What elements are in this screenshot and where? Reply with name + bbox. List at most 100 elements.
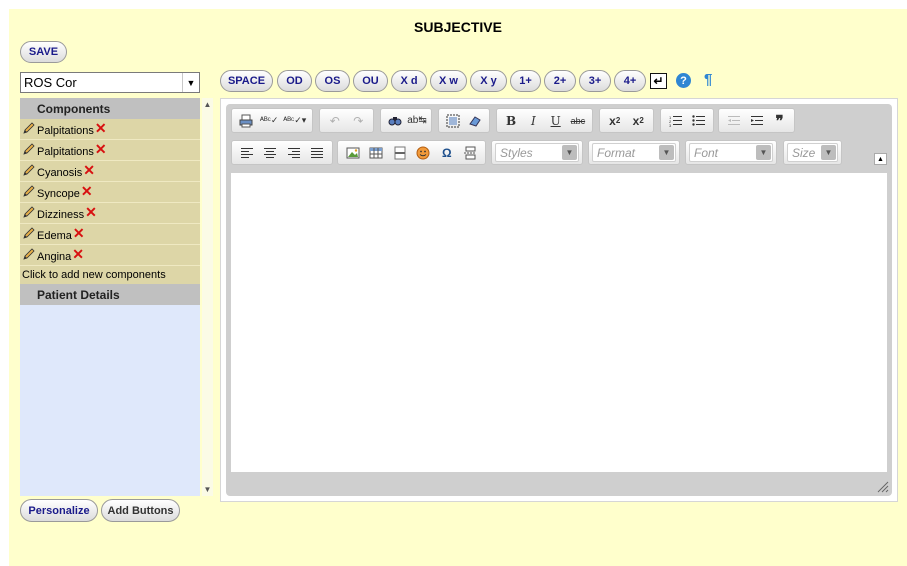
bulleted-list-icon[interactable] [687, 110, 710, 131]
quick-button-1plus[interactable]: 1+ [510, 70, 541, 92]
quick-button-4plus[interactable]: 4+ [614, 70, 646, 92]
align-left-icon[interactable] [235, 142, 259, 163]
pencil-icon[interactable] [22, 247, 36, 261]
numbered-list-icon[interactable]: 123 [664, 110, 687, 131]
component-label[interactable]: Angina [37, 251, 71, 263]
horizontal-rule-icon[interactable] [388, 142, 412, 163]
format-combo[interactable]: Format ▼ [588, 140, 680, 165]
section-select-value: ROS Cor [24, 75, 77, 90]
undo-icon[interactable]: ↶ [323, 110, 347, 131]
component-label[interactable]: Syncope [37, 188, 80, 200]
chevron-down-icon[interactable]: ▼ [756, 145, 771, 160]
component-item[interactable]: Edema ✕ [20, 224, 200, 245]
quick-button-2plus[interactable]: 2+ [544, 70, 576, 92]
quick-button-os[interactable]: OS [315, 70, 350, 92]
decrease-indent-icon[interactable] [722, 110, 745, 131]
chevron-down-icon[interactable]: ▼ [659, 145, 674, 160]
pencil-icon[interactable] [22, 142, 36, 156]
quick-button-xd[interactable]: X d [391, 70, 427, 92]
scroll-down-icon[interactable]: ▼ [202, 485, 213, 494]
align-center-icon[interactable] [259, 142, 283, 163]
add-buttons-button[interactable]: Add Buttons [101, 499, 180, 522]
save-button[interactable]: SAVE [20, 41, 67, 63]
resize-grip-icon[interactable] [877, 481, 889, 493]
toolbar-group-find: ab↹ [380, 108, 432, 133]
size-combo[interactable]: Size ▼ [783, 140, 842, 165]
components-header[interactable]: Components [20, 98, 200, 119]
align-right-icon[interactable] [282, 142, 306, 163]
component-item[interactable]: Angina ✕ [20, 245, 200, 266]
font-combo[interactable]: Font ▼ [685, 140, 777, 165]
spellcheck-as-you-type-icon[interactable]: ᴬᴮᶜ✓▾ [281, 110, 309, 131]
chevron-down-icon[interactable]: ▼ [562, 145, 577, 160]
component-item[interactable]: Palpitations ✕ [20, 119, 200, 140]
special-char-icon[interactable]: Ω [435, 142, 459, 163]
remove-format-icon[interactable] [464, 110, 486, 131]
collapse-toolbar-icon[interactable]: ▲ [874, 153, 887, 165]
find-icon[interactable] [384, 110, 406, 131]
scroll-up-icon[interactable]: ▲ [202, 100, 213, 109]
toolbar-group-lists: 123 [660, 108, 714, 133]
strikethrough-icon[interactable]: abc [567, 110, 589, 131]
superscript-icon[interactable]: x2 [627, 110, 651, 131]
component-item[interactable]: Palpitations ✕ [20, 140, 200, 161]
personalize-button[interactable]: Personalize [20, 499, 98, 522]
component-label[interactable]: Palpitations [37, 125, 94, 137]
delete-icon[interactable]: ✕ [83, 163, 95, 177]
pencil-icon[interactable] [22, 121, 36, 135]
select-all-icon[interactable] [442, 110, 464, 131]
increase-indent-icon[interactable] [745, 110, 768, 131]
bold-icon[interactable]: B [500, 110, 522, 131]
image-icon[interactable] [341, 142, 365, 163]
quick-button-ou[interactable]: OU [353, 70, 388, 92]
table-icon[interactable] [365, 142, 389, 163]
component-item[interactable]: Cyanosis ✕ [20, 161, 200, 182]
italic-icon[interactable]: I [522, 110, 544, 131]
section-select[interactable]: ROS Cor ▼ [20, 72, 200, 93]
redo-icon[interactable]: ↷ [347, 110, 371, 131]
component-item[interactable]: Dizziness ✕ [20, 203, 200, 224]
component-label[interactable]: Edema [37, 230, 72, 242]
chevron-down-icon[interactable]: ▼ [821, 145, 836, 160]
blockquote-icon[interactable]: ❞ [768, 110, 791, 131]
subscript-icon[interactable]: x2 [603, 110, 627, 131]
delete-icon[interactable]: ✕ [72, 247, 84, 261]
editor-chrome: ᴬᴮᶜ✓ ᴬᴮᶜ✓▾ ↶ ↷ ab↹ B I U abc x 2 x 2 1 2… [226, 104, 892, 496]
component-label[interactable]: Dizziness [37, 209, 84, 221]
print-icon[interactable] [235, 110, 258, 131]
patient-details-header[interactable]: Patient Details [20, 284, 200, 305]
delete-icon[interactable]: ✕ [95, 142, 107, 156]
delete-icon[interactable]: ✕ [81, 184, 93, 198]
delete-icon[interactable]: ✕ [73, 226, 85, 240]
justify-icon[interactable] [306, 142, 330, 163]
editor-content-area[interactable] [231, 173, 887, 472]
enter-icon[interactable]: ↵ [650, 73, 667, 89]
delete-icon[interactable]: ✕ [95, 121, 107, 135]
spellcheck-icon[interactable]: ᴬᴮᶜ✓ [258, 110, 281, 131]
component-label[interactable]: Cyanosis [37, 167, 82, 179]
quick-button-3plus[interactable]: 3+ [579, 70, 611, 92]
left-column: Components Palpitations ✕ Palpitations ✕… [20, 98, 213, 496]
pencil-icon[interactable] [22, 163, 36, 177]
pencil-icon[interactable] [22, 184, 36, 198]
styles-combo[interactable]: Styles ▼ [491, 140, 583, 165]
pilcrow-icon[interactable]: ¶ [704, 71, 712, 88]
smiley-icon[interactable] [412, 142, 436, 163]
quick-button-xy[interactable]: X y [470, 70, 507, 92]
page-break-icon[interactable] [459, 142, 483, 163]
underline-icon[interactable]: U [545, 110, 567, 131]
help-icon[interactable]: ? [676, 73, 691, 88]
component-label[interactable]: Palpitations [37, 146, 94, 158]
pencil-icon[interactable] [22, 226, 36, 240]
replace-icon[interactable]: ab↹ [406, 110, 428, 131]
quick-button-xw[interactable]: X w [430, 70, 467, 92]
component-item[interactable]: Syncope ✕ [20, 182, 200, 203]
delete-icon[interactable]: ✕ [85, 205, 97, 219]
pencil-icon[interactable] [22, 205, 36, 219]
quick-button-od[interactable]: OD [277, 70, 312, 92]
left-scrollbar[interactable]: ▲ ▼ [202, 98, 213, 496]
quick-button-space[interactable]: SPACE [220, 70, 273, 92]
add-component-link[interactable]: Click to add new components [20, 266, 200, 284]
toolbar-group-print-spell: ᴬᴮᶜ✓ ᴬᴮᶜ✓▾ [231, 108, 313, 133]
chevron-down-icon[interactable]: ▼ [182, 73, 199, 92]
